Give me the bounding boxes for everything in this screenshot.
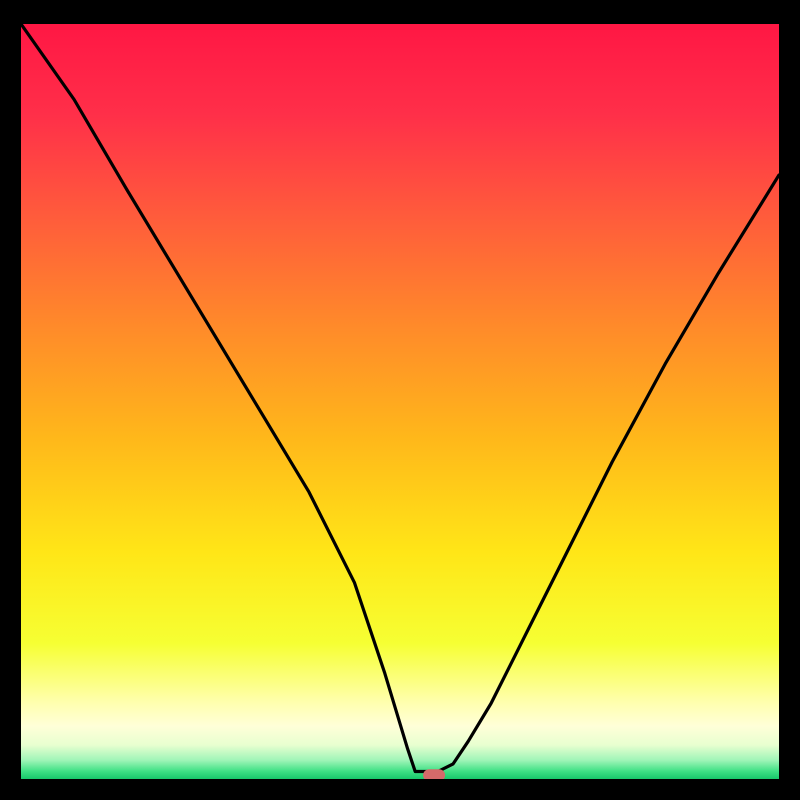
optimal-marker [423, 769, 445, 779]
chart-frame: TheBottleneck.com [21, 24, 779, 779]
bottleneck-chart [21, 24, 779, 779]
gradient-background [21, 24, 779, 779]
